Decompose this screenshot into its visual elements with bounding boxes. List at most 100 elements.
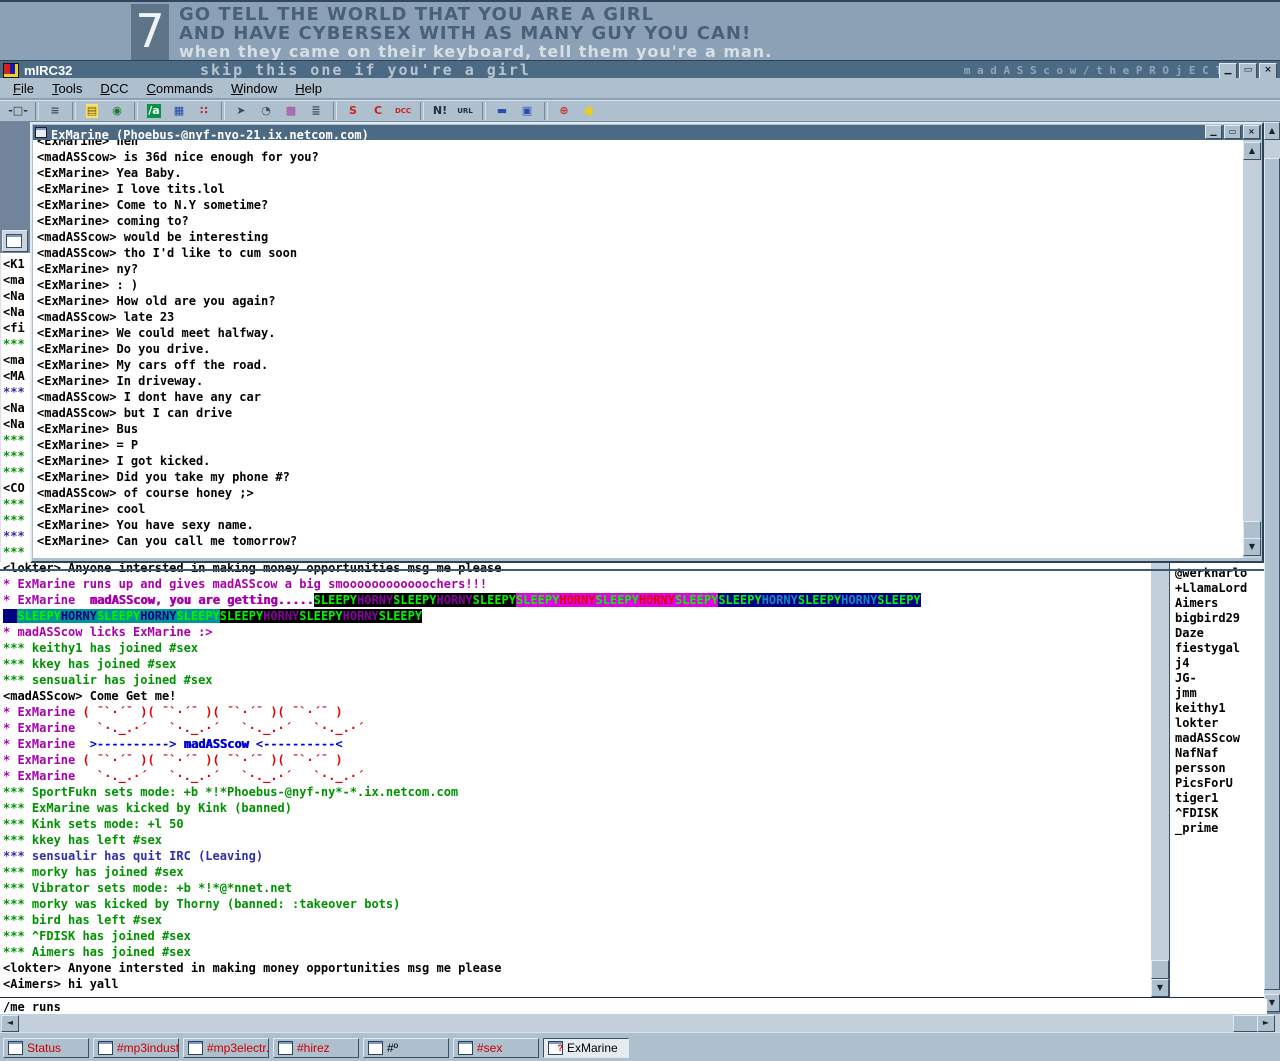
restore-icon[interactable]: ▭ [1239, 63, 1257, 79]
switchbar-button-sex[interactable]: #sex [453, 1038, 539, 1058]
channel-window-icon [188, 1041, 203, 1055]
menu-tools[interactable]: Tools [43, 79, 91, 98]
nicklist-item[interactable]: bigbird29 [1175, 611, 1264, 626]
scripts-icon[interactable]: S [341, 101, 365, 121]
query-scrollbar[interactable]: ▲ ▼ [1243, 140, 1261, 558]
away-icon[interactable]: ● [577, 101, 601, 121]
nicklist-scrollbar[interactable]: ▲ ▼ [1264, 122, 1280, 1012]
channel-line-segment: <lokter> Anyone intersted in making mone… [3, 961, 502, 975]
menu-window[interactable]: Window [222, 79, 286, 98]
query-titlebar[interactable]: ExMarine (Phoebus-@nyf-nyo-21.ix.netcom.… [33, 125, 1261, 140]
channel-line-segment: * ExMarine [3, 721, 82, 735]
switchbar-button-status[interactable]: Status [3, 1038, 89, 1058]
channel-scrollbar[interactable]: ▼ [1151, 562, 1169, 997]
query-window[interactable]: ExMarine (Phoebus-@nyf-nyo-21.ix.netcom.… [30, 122, 1264, 563]
notify-list-icon[interactable]: N! [428, 101, 452, 121]
url-catcher-icon[interactable]: URL [453, 101, 477, 121]
background-partial-line: *** [3, 449, 30, 465]
scrollbar-thumb[interactable] [1151, 960, 1169, 979]
nicklist-item[interactable]: fiestygal [1175, 641, 1264, 656]
channel-line: *** morky has joined #sex [3, 865, 1151, 881]
query-message-area: <ExMarine> heh<madASScow> is 36d nice en… [33, 140, 1245, 558]
connect-icon[interactable]: -□- [6, 101, 30, 121]
channel-line-segment: *** sensualir has joined #sex [3, 673, 213, 687]
channel-line-segment: *** kkey has left #sex [3, 833, 162, 847]
query-line: <ExMarine> = P [37, 438, 1245, 454]
channel-line-segment: HORNY [357, 593, 393, 607]
horizontal-scrollbar[interactable]: ◄ ► [0, 1014, 1280, 1032]
url-catcher-icon-glyph: URL [456, 104, 474, 118]
background-partial-line: <ma [3, 353, 30, 369]
address-book-icon[interactable]: ▤ [80, 101, 104, 121]
help-icon[interactable]: ⊕ [552, 101, 576, 121]
scroll-right-icon[interactable]: ► [1257, 1015, 1275, 1032]
scroll-up-icon[interactable]: ▲ [1243, 142, 1261, 160]
background-partial-line: <Na [3, 401, 30, 417]
script-editor-icon[interactable]: ≣ [304, 101, 328, 121]
nicklist-item[interactable]: ^FDISK [1175, 806, 1264, 821]
channel-line-segment: * ExMarine [3, 769, 82, 783]
channel-line-segment: HORNY [639, 593, 675, 607]
nicklist-item[interactable]: JG- [1175, 671, 1264, 686]
nicklist-item[interactable]: keithy1 [1175, 701, 1264, 716]
switchbar-button-hirez[interactable]: #hirez [273, 1038, 359, 1058]
switchbar-button-mp3electr[interactable]: #mp3electr... [183, 1038, 269, 1058]
switchbar-button-[interactable]: #º [363, 1038, 449, 1058]
channel-line: * ExMarine `·._.·´ `·._.·´ `·._.·´ `·._.… [3, 721, 1151, 737]
restore-icon[interactable]: ▭ [1224, 125, 1241, 139]
cascade-windows-icon[interactable]: ▣ [515, 101, 539, 121]
nicklist-item[interactable]: PicsForU [1175, 776, 1264, 791]
users-icon[interactable]: ➤ [229, 101, 253, 121]
channel-line-segment: HORNY [559, 593, 595, 607]
message-input[interactable] [0, 999, 1267, 1015]
colors-icon[interactable]: ▩ [279, 101, 303, 121]
query-line: <ExMarine> In driveway. [37, 374, 1245, 390]
background-partial-line: <ma [3, 273, 30, 289]
menu-file[interactable]: File [4, 79, 43, 98]
scrollbar-thumb[interactable] [1233, 1015, 1258, 1032]
close-icon[interactable]: × [1243, 125, 1260, 139]
channel-line: *** ^FDISK has joined #sex [3, 929, 1151, 945]
scroll-down-icon[interactable]: ▼ [1151, 979, 1169, 997]
commands-icon[interactable]: C [366, 101, 390, 121]
menu-commands[interactable]: Commands [138, 79, 222, 98]
tile-windows-icon[interactable]: ▬ [490, 101, 514, 121]
query-line: <ExMarine> Can you call me tomorrow? [37, 534, 1245, 550]
nicklist-item[interactable]: persson [1175, 761, 1264, 776]
scroll-up-icon[interactable]: ▲ [1264, 122, 1280, 140]
query-line: <ExMarine> ny? [37, 262, 1245, 278]
nicklist-item[interactable]: +LlamaLord [1175, 581, 1264, 596]
close-icon[interactable]: × [1259, 63, 1277, 79]
dcc-options-icon-glyph: DCC [394, 104, 412, 118]
minimize-icon[interactable]: ▁ [1205, 125, 1222, 139]
options-icon[interactable]: ≡ [43, 101, 67, 121]
dcc-options-icon[interactable]: DCC [391, 101, 415, 121]
switchbar-button-mp3indust[interactable]: #mp3indust... [93, 1038, 179, 1058]
query-line: <madASScow> tho I'd like to cum soon [37, 246, 1245, 262]
nicklist-item[interactable]: j4 [1175, 656, 1264, 671]
aliases-icon[interactable]: /a [142, 101, 166, 121]
popups-icon[interactable]: ▦ [167, 101, 191, 121]
nicklist-item[interactable]: _prime [1175, 821, 1264, 836]
menu-dcc[interactable]: DCC [91, 79, 137, 98]
remote-icon[interactable]: ∷ [192, 101, 216, 121]
minimize-icon[interactable]: ▁ [1219, 63, 1237, 79]
query-line: <ExMarine> Bus [37, 422, 1245, 438]
minimized-window-icon[interactable] [2, 230, 28, 252]
scrollbar-thumb[interactable] [1264, 158, 1280, 990]
menu-help[interactable]: Help [286, 79, 331, 98]
fonts-icon[interactable]: ◉ [105, 101, 129, 121]
nicklist-item[interactable]: madASScow [1175, 731, 1264, 746]
nicklist-item[interactable]: NafNaf [1175, 746, 1264, 761]
nicklist-item[interactable]: jmm [1175, 686, 1264, 701]
scroll-left-icon[interactable]: ◄ [1, 1015, 19, 1032]
nicklist-item[interactable]: tiger1 [1175, 791, 1264, 806]
nicklist-item[interactable]: Daze [1175, 626, 1264, 641]
timer-icon[interactable]: ◔ [254, 101, 278, 121]
scroll-down-icon[interactable]: ▼ [1243, 538, 1261, 556]
scrollbar-thumb[interactable] [1243, 521, 1261, 539]
switchbar-button-exmarine[interactable]: ?ExMarine [543, 1038, 629, 1058]
nicklist-item[interactable]: lokter [1175, 716, 1264, 731]
nicklist-item[interactable]: Aimers [1175, 596, 1264, 611]
app-titlebar: mIRC32 skip this one if you're a girl m … [0, 60, 1280, 79]
